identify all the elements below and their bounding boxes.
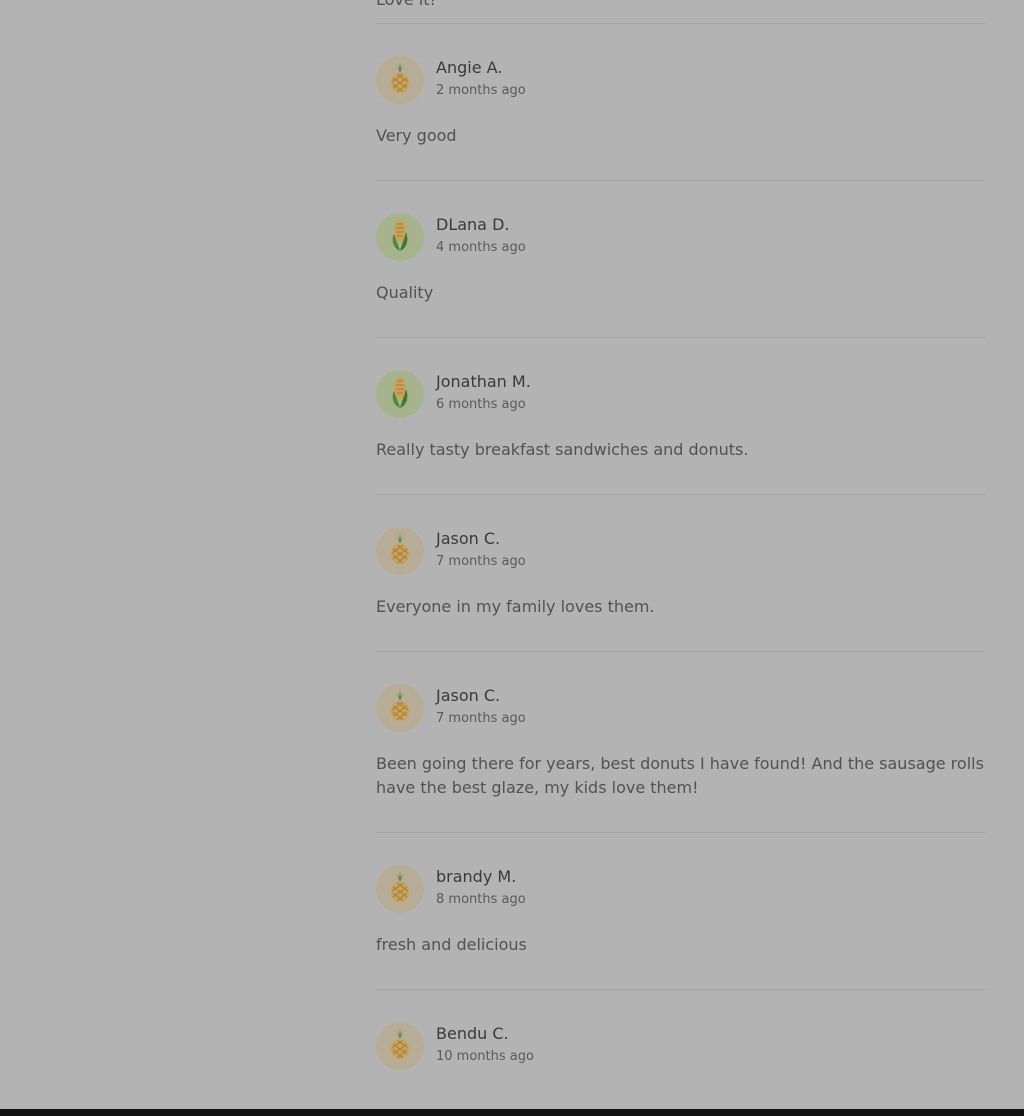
pineapple-icon: [387, 62, 413, 98]
avatar[interactable]: [376, 684, 424, 732]
author-name[interactable]: Angie A.: [436, 57, 526, 79]
avatar[interactable]: [376, 370, 424, 418]
review-item: Jason C. 7 months ago Been going there f…: [376, 652, 985, 832]
review-header: DLana D. 4 months ago: [376, 213, 985, 261]
review-date: 2 months ago: [436, 83, 526, 98]
corn-icon: [387, 218, 413, 256]
review-item: DLana D. 4 months ago Quality: [376, 181, 985, 337]
review-meta: Jason C. 7 months ago: [436, 528, 526, 571]
avatar[interactable]: [376, 1022, 424, 1070]
review-header: Jason C. 7 months ago: [376, 684, 985, 732]
author-name[interactable]: Jason C.: [436, 685, 526, 707]
review-date: 7 months ago: [436, 554, 526, 569]
pineapple-icon: [387, 690, 413, 726]
pineapple-icon: [387, 1028, 413, 1064]
review-meta: Angie A. 2 months ago: [436, 57, 526, 100]
avatar[interactable]: [376, 213, 424, 261]
author-name[interactable]: Jonathan M.: [436, 371, 531, 393]
review-header: Jason C. 7 months ago: [376, 527, 985, 575]
corn-icon: [387, 375, 413, 413]
review-text: Been going there for years, best donuts …: [376, 754, 984, 797]
author-name[interactable]: DLana D.: [436, 214, 526, 236]
review-item: brandy M. 8 months ago fresh and delicio…: [376, 833, 985, 989]
review-text: Very good: [376, 126, 457, 145]
review-text: Everyone in my family loves them.: [376, 597, 655, 616]
review-item: Jonathan M. 6 months ago Really tasty br…: [376, 338, 985, 494]
review-header: Jonathan M. 6 months ago: [376, 370, 985, 418]
review-date: 6 months ago: [436, 397, 526, 412]
review-meta: brandy M. 8 months ago: [436, 866, 526, 909]
review-list: Love it! Angie A. 2 months ago: [376, 0, 985, 1102]
review-header: Angie A. 2 months ago: [376, 56, 985, 104]
review-header: brandy M. 8 months ago: [376, 865, 985, 913]
pineapple-icon: [387, 871, 413, 907]
author-name[interactable]: brandy M.: [436, 866, 526, 888]
review-item: Bendu C. 10 months ago: [376, 990, 985, 1102]
review-text: fresh and delicious: [376, 935, 527, 954]
avatar[interactable]: [376, 865, 424, 913]
review-item: Angie A. 2 months ago Very good: [376, 24, 985, 180]
review-text: Love it!: [376, 0, 985, 23]
avatar[interactable]: [376, 527, 424, 575]
review-date: 7 months ago: [436, 711, 526, 726]
review-date: 4 months ago: [436, 240, 526, 255]
pineapple-icon: [387, 533, 413, 569]
review-item: Jason C. 7 months ago Everyone in my fam…: [376, 495, 985, 651]
review-meta: Jonathan M. 6 months ago: [436, 371, 531, 414]
review-meta: Bendu C. 10 months ago: [436, 1023, 534, 1066]
author-name[interactable]: Bendu C.: [436, 1023, 534, 1045]
bottom-bar: [0, 1109, 1024, 1116]
review-text: Quality: [376, 283, 434, 302]
review-date: 8 months ago: [436, 892, 526, 907]
review-meta: DLana D. 4 months ago: [436, 214, 526, 257]
avatar[interactable]: [376, 56, 424, 104]
review-header: Bendu C. 10 months ago: [376, 1022, 985, 1070]
review-date: 10 months ago: [436, 1049, 534, 1064]
review-meta: Jason C. 7 months ago: [436, 685, 526, 728]
author-name[interactable]: Jason C.: [436, 528, 526, 550]
review-text: Really tasty breakfast sandwiches and do…: [376, 440, 749, 459]
reviews-page: Love it! Angie A. 2 months ago: [0, 0, 1024, 1116]
